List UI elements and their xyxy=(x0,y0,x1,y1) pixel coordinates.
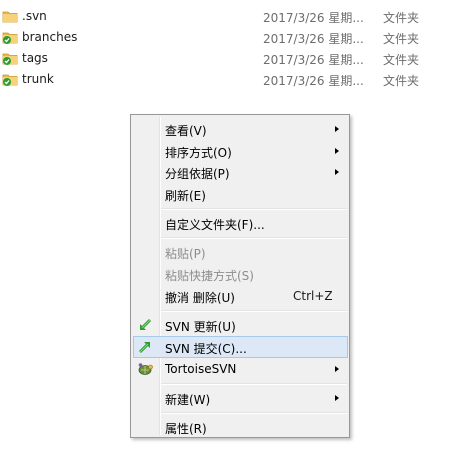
submenu-arrow-icon xyxy=(335,169,339,175)
menu-separator xyxy=(161,208,347,210)
file-type: 文件夹 xyxy=(383,11,420,25)
submenu-arrow-icon xyxy=(335,395,339,401)
menu-item-svn-commit[interactable]: SVN 提交(C)... xyxy=(133,336,348,358)
menu-item-new[interactable]: 新建(W) xyxy=(133,387,347,409)
menu-item-label: 排序方式(O) xyxy=(165,146,232,160)
file-row-branches[interactable]: branches 2017/3/26 星期... 文件夹 xyxy=(0,27,455,48)
menu-item-paste[interactable]: 粘贴(P) xyxy=(133,241,347,263)
menu-separator xyxy=(161,310,347,312)
submenu-arrow-icon xyxy=(335,366,339,372)
menu-item-label: SVN 提交(C)... xyxy=(165,342,247,356)
file-row-tags[interactable]: tags 2017/3/26 星期... 文件夹 xyxy=(0,48,455,69)
menu-item-label: 查看(V) xyxy=(165,124,207,138)
menu-item-label: 自定义文件夹(F)... xyxy=(165,218,265,232)
menu-item-label: 新建(W) xyxy=(165,393,211,407)
menu-item-tortoisesvn[interactable]: TortoiseSVN xyxy=(133,358,347,380)
menu-item-label: 分组依据(P) xyxy=(165,167,230,181)
file-type: 文件夹 xyxy=(383,53,420,67)
file-name: trunk xyxy=(22,72,54,86)
menu-item-refresh[interactable]: 刷新(E) xyxy=(133,183,347,205)
file-date: 2017/3/26 星期... xyxy=(263,74,364,88)
svn-folder-ok-icon xyxy=(2,71,18,87)
file-name: .svn xyxy=(22,9,47,23)
file-date: 2017/3/26 星期... xyxy=(263,11,364,25)
menu-item-shortcut: Ctrl+Z xyxy=(293,289,333,303)
menu-item-paste-shortcut[interactable]: 粘贴快捷方式(S) xyxy=(133,263,347,285)
svn-commit-icon xyxy=(137,339,153,355)
menu-item-undo-delete[interactable]: 撤消 删除(U) Ctrl+Z xyxy=(133,285,347,307)
menu-item-view[interactable]: 查看(V) xyxy=(133,118,347,140)
svn-update-icon xyxy=(137,317,153,333)
menu-item-svn-update[interactable]: SVN 更新(U) xyxy=(133,314,347,336)
tortoise-icon xyxy=(137,361,153,377)
menu-item-label: 刷新(E) xyxy=(165,189,206,203)
file-date: 2017/3/26 星期... xyxy=(263,53,364,67)
folder-icon xyxy=(2,8,18,24)
svn-folder-ok-icon xyxy=(2,29,18,45)
menu-item-label: 撤消 删除(U) xyxy=(165,291,235,305)
menu-separator xyxy=(161,237,347,239)
submenu-arrow-icon xyxy=(335,148,339,154)
file-name: tags xyxy=(22,51,48,65)
submenu-arrow-icon xyxy=(335,126,339,132)
menu-item-label: SVN 更新(U) xyxy=(165,320,236,334)
menu-item-label: 属性(R) xyxy=(165,422,207,436)
menu-item-label: 粘贴快捷方式(S) xyxy=(165,269,254,283)
file-name: branches xyxy=(22,30,78,44)
file-type: 文件夹 xyxy=(383,74,420,88)
file-row-trunk[interactable]: trunk 2017/3/26 星期... 文件夹 xyxy=(0,69,455,90)
menu-item-label: 粘贴(P) xyxy=(165,247,206,261)
file-row-svn[interactable]: .svn 2017/3/26 星期... 文件夹 xyxy=(0,6,455,27)
context-menu: 查看(V) 排序方式(O) 分组依据(P) 刷新(E) 自定义文件夹(F)...… xyxy=(130,114,350,438)
menu-separator xyxy=(161,383,347,385)
file-type: 文件夹 xyxy=(383,32,420,46)
menu-item-customize-folder[interactable]: 自定义文件夹(F)... xyxy=(133,212,347,234)
menu-separator xyxy=(161,412,347,414)
menu-item-properties[interactable]: 属性(R) xyxy=(133,416,347,438)
file-date: 2017/3/26 星期... xyxy=(263,32,364,46)
menu-item-sort[interactable]: 排序方式(O) xyxy=(133,140,347,162)
svn-folder-ok-icon xyxy=(2,50,18,66)
menu-item-group[interactable]: 分组依据(P) xyxy=(133,161,347,183)
menu-item-label: TortoiseSVN xyxy=(165,362,237,376)
